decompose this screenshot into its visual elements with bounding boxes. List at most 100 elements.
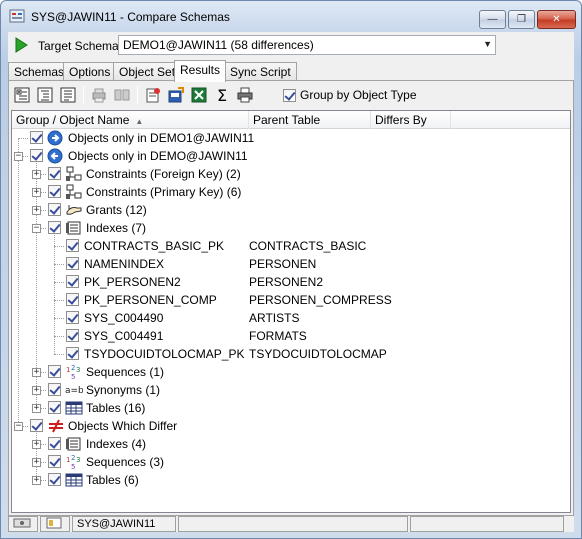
group-list-icon[interactable] <box>58 85 78 105</box>
tree-guide-line <box>54 246 64 247</box>
results-tree-grid[interactable]: Group / Object Name ▲ Parent Table Differ… <box>11 110 571 513</box>
status-connection-icon <box>8 516 38 532</box>
tree-row-group[interactable]: − Objects Which Differ <box>12 417 570 435</box>
parent-table-cell: ARTISTS <box>249 311 300 325</box>
sort-ascending-icon: ▲ <box>135 117 144 126</box>
group-by-object-type-checkbox[interactable]: Group by Object Type <box>283 88 417 102</box>
expand-icon[interactable]: + <box>32 404 41 413</box>
sum-icon[interactable]: Σ <box>212 85 232 105</box>
tree-row-object[interactable]: NAMENINDEX PERSONEN <box>12 255 570 273</box>
compare-schemas-window: SYS@JAWIN11 - Compare Schemas — ❐ ✕ Targ… <box>0 0 582 539</box>
tree-row-group[interactable]: + a=b Synonyms (1) <box>12 381 570 399</box>
row-checkbox[interactable] <box>30 419 43 432</box>
tab-options[interactable]: Options <box>63 62 117 81</box>
tab-schemas[interactable]: Schemas <box>8 62 71 81</box>
row-checkbox[interactable] <box>30 131 43 144</box>
compare-pages-icon[interactable] <box>112 85 132 105</box>
row-checkbox[interactable] <box>48 383 61 396</box>
row-checkbox[interactable] <box>48 203 61 216</box>
row-checkbox[interactable] <box>66 329 79 342</box>
print-icon[interactable] <box>235 85 255 105</box>
tree-row-object[interactable]: PK_PERSONEN_COMP PERSONEN_COMPRESS <box>12 291 570 309</box>
row-checkbox[interactable] <box>66 347 79 360</box>
row-checkbox[interactable] <box>66 239 79 252</box>
parent-table-cell: PERSONEN <box>249 257 317 271</box>
expand-icon[interactable]: + <box>32 476 41 485</box>
parent-table-cell: TSYDOCUIDTOLOCMAP <box>249 347 387 361</box>
tree-guide-line <box>54 264 64 265</box>
tree-row-object[interactable]: SYS_C004491 FORMATS <box>12 327 570 345</box>
tree-row-group[interactable]: Objects only in DEMO1@JAWIN11 <box>12 129 570 147</box>
svg-text:3: 3 <box>76 456 80 464</box>
tree-row-object[interactable]: CONTRACTS_BASIC_PK CONTRACTS_BASIC <box>12 237 570 255</box>
minimize-button[interactable]: — <box>479 10 506 29</box>
collapse-icon[interactable]: − <box>14 152 23 161</box>
column-header-group-object-name[interactable]: Group / Object Name ▲ <box>12 111 249 129</box>
tree-row-group[interactable]: + Tables (16) <box>12 399 570 417</box>
target-schema-select[interactable]: DEMO1@JAWIN11 (58 differences) ▼ <box>118 35 496 55</box>
expand-all-icon[interactable] <box>12 85 32 105</box>
tree-row-group[interactable]: +1 2 3 5 Sequences (3) <box>12 453 570 471</box>
run-compare-icon[interactable] <box>14 37 28 53</box>
row-label: Indexes (4) <box>86 437 147 451</box>
export-icon[interactable] <box>166 85 186 105</box>
row-label: SYS_C004490 <box>84 311 164 325</box>
row-checkbox[interactable] <box>48 365 61 378</box>
title-bar[interactable]: SYS@JAWIN11 - Compare Schemas — ❐ ✕ <box>1 1 581 31</box>
collapse-all-icon[interactable] <box>35 85 55 105</box>
column-header-parent-table[interactable]: Parent Table <box>249 111 371 129</box>
expand-icon[interactable]: + <box>32 458 41 467</box>
row-checkbox[interactable] <box>48 185 61 198</box>
svg-text:1: 1 <box>66 456 70 464</box>
row-checkbox[interactable] <box>66 257 79 270</box>
status-bar: SYS@JAWIN11 <box>8 516 574 532</box>
tree-row-object[interactable]: TSYDOCUIDTOLOCMAP_PK TSYDOCUIDTOLOCMAP <box>12 345 570 363</box>
tree-row-object[interactable]: SYS_C004490 ARTISTS <box>12 309 570 327</box>
grant-icon <box>65 202 83 218</box>
results-panel: Σ Group by Object Type Group / Object Na… <box>8 80 574 516</box>
expand-icon[interactable]: + <box>32 440 41 449</box>
tree-row-group[interactable]: +1 2 3 5 Sequences (1) <box>12 363 570 381</box>
tab-sync-script[interactable]: Sync Script <box>224 62 297 81</box>
row-label: Objects Which Differ <box>68 419 178 433</box>
row-checkbox[interactable] <box>48 167 61 180</box>
expand-icon[interactable]: + <box>32 206 41 215</box>
tree-row-group[interactable]: + Tables (6) <box>12 471 570 489</box>
expand-icon[interactable]: + <box>32 386 41 395</box>
row-checkbox[interactable] <box>66 311 79 324</box>
close-button[interactable]: ✕ <box>537 10 576 29</box>
collapse-icon[interactable]: − <box>14 422 23 431</box>
expand-icon[interactable]: + <box>32 368 41 377</box>
tree-row-group[interactable]: + Grants (12) <box>12 201 570 219</box>
expand-icon[interactable]: + <box>32 170 41 179</box>
tab-results[interactable]: Results <box>174 60 227 82</box>
tree-row-group[interactable]: + Indexes (4) <box>12 435 570 453</box>
maximize-button[interactable]: ❐ <box>508 10 535 29</box>
group-by-checkbox-box[interactable] <box>283 88 296 102</box>
row-checkbox[interactable] <box>48 221 61 234</box>
tree-row-group[interactable]: − Objects only in DEMO@JAWIN11 <box>12 147 570 165</box>
collapse-icon[interactable]: − <box>32 224 41 233</box>
svg-text:5: 5 <box>71 463 75 470</box>
print-preview-icon[interactable] <box>89 85 109 105</box>
tree-row-group[interactable]: + Constraints (Primary Key) (6) <box>12 183 570 201</box>
tree-row-group[interactable]: + Constraints (Foreign Key) (2) <box>12 165 570 183</box>
row-checkbox[interactable] <box>66 275 79 288</box>
expand-icon[interactable]: + <box>32 188 41 197</box>
chevron-down-icon[interactable]: ▼ <box>483 39 492 49</box>
excel-icon[interactable] <box>189 85 209 105</box>
column-header-differs-by[interactable]: Differs By <box>371 111 451 129</box>
tree-row-object[interactable]: PK_PERSONEN2 PERSONEN2 <box>12 273 570 291</box>
index-icon <box>65 220 83 236</box>
row-checkbox[interactable] <box>48 455 61 468</box>
tree-row-group[interactable]: − Indexes (7) <box>12 219 570 237</box>
row-checkbox[interactable] <box>48 437 61 450</box>
row-checkbox[interactable] <box>66 293 79 306</box>
row-checkbox[interactable] <box>48 473 61 486</box>
tab-object-set[interactable]: Object Set <box>113 62 182 81</box>
report-icon[interactable] <box>143 85 163 105</box>
row-label: PK_PERSONEN2 <box>84 275 181 289</box>
row-checkbox[interactable] <box>48 401 61 414</box>
row-checkbox[interactable] <box>30 149 43 162</box>
toolbar-separator <box>137 86 138 104</box>
